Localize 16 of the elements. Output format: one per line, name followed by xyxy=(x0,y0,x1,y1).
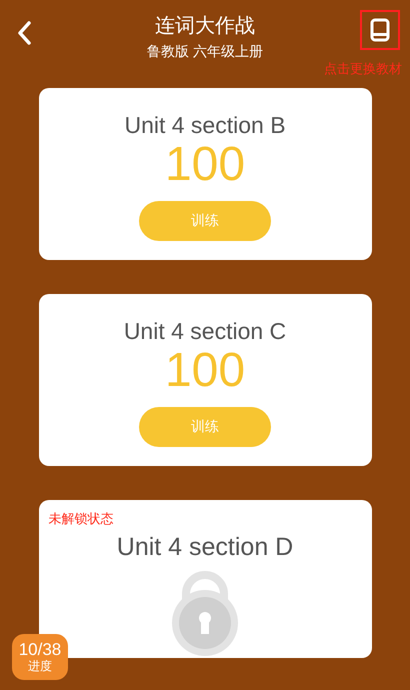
back-icon[interactable] xyxy=(16,20,32,46)
annotation-text: 点击更换教材 xyxy=(324,61,402,78)
progress-label: 进度 xyxy=(28,658,52,674)
book-icon xyxy=(370,18,390,42)
page-title: 连词大作战 xyxy=(154,12,255,39)
train-button[interactable]: 训练 xyxy=(139,407,271,447)
unit-score: 100 xyxy=(164,345,246,397)
unit-score: 100 xyxy=(164,139,246,191)
textbook-subtitle: 鲁教版 六年级上册 xyxy=(146,43,264,61)
unit-title: Unit 4 section B xyxy=(124,112,286,139)
unit-title: Unit 4 section C xyxy=(124,318,286,345)
annotation-text: 未解锁状态 xyxy=(48,511,114,528)
train-button[interactable]: 训练 xyxy=(139,201,271,241)
progress-count: 10/38 xyxy=(18,640,62,658)
book-button[interactable] xyxy=(360,10,400,50)
unit-title: Unit 4 section D xyxy=(116,533,294,562)
